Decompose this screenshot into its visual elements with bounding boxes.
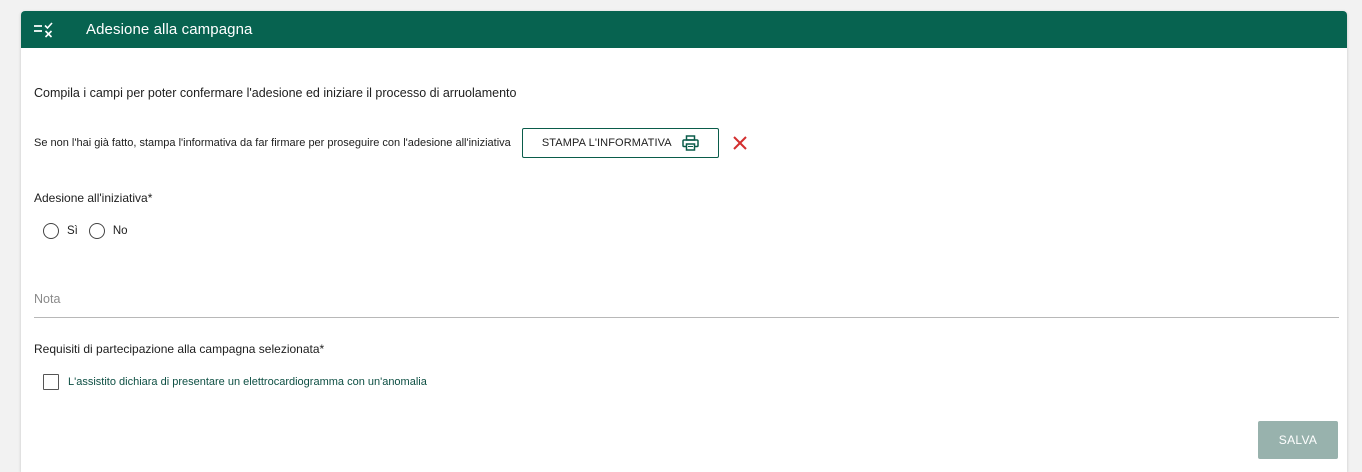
nota-field[interactable] xyxy=(34,279,1339,318)
page-title: Adesione alla campagna xyxy=(86,21,253,38)
print-informativa-button[interactable]: STAMPA L'INFORMATIVA xyxy=(521,128,719,158)
requisiti-checkbox[interactable] xyxy=(43,374,59,390)
checklist-icon xyxy=(33,20,59,40)
card-header: Adesione alla campagna xyxy=(21,11,1347,48)
radio-si-circle[interactable] xyxy=(43,223,59,239)
campaign-card: Adesione alla campagna Compila i campi p… xyxy=(21,11,1347,472)
print-instruction-text: Se non l'hai già fatto, stampa l'informa… xyxy=(34,137,511,149)
printer-icon xyxy=(681,135,699,151)
intro-text: Compila i campi per poter confermare l'a… xyxy=(34,86,517,100)
adesione-radio-group: Sì No xyxy=(43,223,139,239)
requisiti-checkbox-row[interactable]: L'assistito dichiara di presentare un el… xyxy=(43,374,427,390)
radio-no-circle[interactable] xyxy=(88,223,105,239)
print-row: Se non l'hai già fatto, stampa l'informa… xyxy=(34,128,749,158)
save-button[interactable]: SALVA xyxy=(1258,421,1338,459)
adesione-label: Adesione all'iniziativa* xyxy=(34,191,153,205)
radio-no[interactable]: No xyxy=(88,223,128,239)
print-button-label: STAMPA L'INFORMATIVA xyxy=(541,137,672,149)
radio-no-label: No xyxy=(112,225,128,237)
radio-si-label: Sì xyxy=(67,225,78,237)
nota-input[interactable] xyxy=(34,279,1339,317)
radio-si[interactable]: Sì xyxy=(43,223,78,239)
close-icon[interactable] xyxy=(731,134,749,152)
requisiti-checkbox-label: L'assistito dichiara di presentare un el… xyxy=(68,376,427,388)
requisiti-label: Requisiti di partecipazione alla campagn… xyxy=(34,342,325,356)
